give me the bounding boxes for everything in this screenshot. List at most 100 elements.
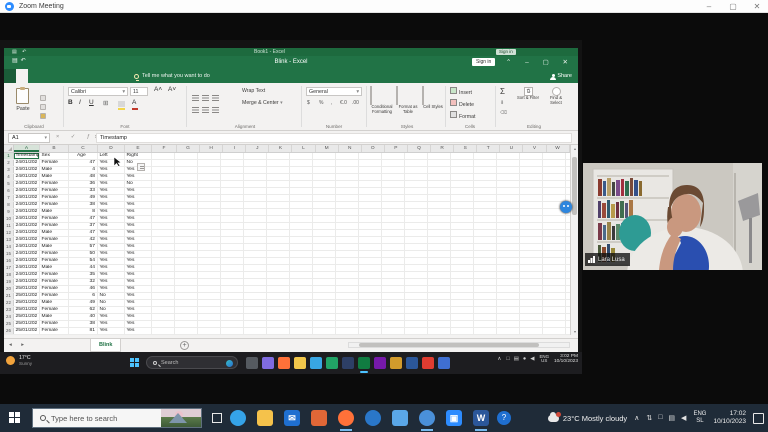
bold-button[interactable]: B bbox=[68, 99, 73, 106]
empty-cells[interactable] bbox=[152, 209, 570, 215]
tray-icon[interactable]: ◀ bbox=[681, 414, 686, 422]
row-number[interactable]: 26 bbox=[4, 328, 14, 334]
cell-styles-button[interactable]: Cell Styles bbox=[422, 87, 444, 110]
table-row[interactable]: 17 24/01/202 Male 44 Yes Yes bbox=[4, 265, 570, 272]
taskbar-icon-edge[interactable] bbox=[230, 410, 246, 426]
vertical-scroll-thumb[interactable] bbox=[572, 157, 577, 215]
ribbon-tab[interactable] bbox=[100, 69, 112, 83]
scroll-up-arrow[interactable]: ▴ bbox=[571, 146, 579, 151]
cell-c[interactable]: 42 bbox=[69, 237, 98, 243]
horizontal-scrollbar[interactable] bbox=[348, 342, 570, 348]
empty-cells[interactable] bbox=[152, 300, 570, 306]
taskbar-icon-word[interactable] bbox=[406, 357, 418, 369]
increase-decimal-button[interactable]: €.0 bbox=[340, 100, 347, 106]
cell-e[interactable]: Yes bbox=[125, 328, 152, 334]
row-number[interactable]: 17 bbox=[4, 265, 14, 271]
column-header[interactable]: L bbox=[292, 145, 315, 152]
cell-d[interactable]: Yes bbox=[98, 181, 125, 187]
cell-d[interactable]: Yes bbox=[98, 251, 125, 257]
sign-in-button[interactable]: Sign in bbox=[472, 58, 495, 66]
row-number[interactable]: 11 bbox=[4, 223, 14, 229]
column-header[interactable]: R bbox=[431, 145, 454, 152]
column-header[interactable]: F bbox=[152, 145, 177, 152]
fill-button[interactable]: ⬇ bbox=[500, 100, 504, 106]
cell-b[interactable]: Female bbox=[40, 237, 69, 243]
tray-chevron-icon[interactable]: ∧ bbox=[497, 356, 501, 362]
cell-c[interactable]: 36 bbox=[69, 181, 98, 187]
cell-e[interactable]: Yes bbox=[125, 174, 152, 180]
column-header[interactable]: Q bbox=[408, 145, 431, 152]
add-sheet-button[interactable]: + bbox=[180, 341, 189, 350]
table-row[interactable]: 6 24/01/202 Female 33 Yes Yes bbox=[4, 188, 570, 195]
cell-c[interactable]: 50 bbox=[69, 251, 98, 257]
cell-d[interactable]: No bbox=[98, 293, 125, 299]
cell-a[interactable]: 24/01/202 bbox=[14, 181, 40, 187]
cell-d[interactable]: Yes bbox=[98, 188, 125, 194]
cell-b[interactable]: Female bbox=[40, 195, 69, 201]
row-number[interactable]: 7 bbox=[4, 195, 14, 201]
taskbar-icon-app-green[interactable] bbox=[326, 357, 338, 369]
excel-window-controls[interactable]: ⌃ – ▢ ✕ bbox=[506, 58, 574, 66]
taskbar-icon-app-blue[interactable] bbox=[419, 410, 435, 426]
cell-c[interactable]: 48 bbox=[69, 174, 98, 180]
cell-b[interactable]: Male bbox=[40, 265, 69, 271]
table-row[interactable]: 24 25/01/202 Male 40 Yes Yes bbox=[4, 314, 570, 321]
underline-button[interactable]: U bbox=[89, 99, 94, 106]
horizontal-scroll-thumb[interactable] bbox=[359, 343, 539, 347]
row-number[interactable]: 22 bbox=[4, 300, 14, 306]
taskbar-icon-app-blue[interactable] bbox=[438, 357, 450, 369]
cell-a[interactable]: 25/01/202 bbox=[14, 307, 40, 313]
column-header[interactable]: U bbox=[500, 145, 523, 152]
comma-style-button[interactable]: , bbox=[331, 100, 332, 106]
column-header[interactable]: S bbox=[454, 145, 477, 152]
column-header[interactable]: T bbox=[477, 145, 500, 152]
table-row[interactable]: 7 24/01/202 Female 49 Yes Yes bbox=[4, 195, 570, 202]
minimize-button[interactable]: – bbox=[698, 0, 720, 13]
cell-a[interactable]: 24/01/202 bbox=[14, 188, 40, 194]
ribbon-tab[interactable] bbox=[4, 69, 16, 83]
row-number[interactable]: 9 bbox=[4, 209, 14, 215]
empty-cells[interactable] bbox=[152, 272, 570, 278]
cell-d[interactable]: Yes bbox=[98, 195, 125, 201]
column-header[interactable]: G bbox=[177, 145, 200, 152]
column-header[interactable]: C bbox=[69, 145, 98, 152]
empty-cells[interactable] bbox=[152, 174, 570, 180]
weather-widget[interactable]: 23°C Mostly cloudy bbox=[548, 414, 627, 423]
taskbar-icon-firefox[interactable] bbox=[278, 357, 290, 369]
ribbon-tab[interactable] bbox=[76, 69, 88, 83]
table-row[interactable]: 14 24/01/202 Male 57 Yes Yes bbox=[4, 244, 570, 251]
cell-b[interactable]: Male bbox=[40, 314, 69, 320]
font-name-select[interactable]: Calibri ▾ bbox=[68, 87, 128, 96]
taskbar-icon-onenote[interactable] bbox=[374, 357, 386, 369]
cell-d[interactable]: Yes bbox=[98, 328, 125, 334]
excel-back-window[interactable]: ▤ ↶ Book1 - Excel Sign in bbox=[4, 48, 578, 56]
cell-b[interactable]: Female bbox=[40, 251, 69, 257]
table-row[interactable]: 26 25/01/202 Female 81 Yes Yes bbox=[4, 328, 570, 335]
empty-cells[interactable] bbox=[152, 188, 570, 194]
taskbar-icon-task-view[interactable] bbox=[246, 357, 258, 369]
number-format-select[interactable]: General ▾ bbox=[306, 87, 362, 96]
empty-cells[interactable] bbox=[152, 286, 570, 292]
cell-d[interactable]: Yes bbox=[98, 321, 125, 327]
language-indicator[interactable]: ENGUS bbox=[539, 355, 549, 365]
empty-cells[interactable] bbox=[152, 265, 570, 271]
row-number[interactable]: 2 bbox=[4, 160, 14, 166]
table-row[interactable]: 10 24/01/202 Female 47 Yes Yes bbox=[4, 216, 570, 223]
merge-center-button[interactable]: Merge & Center ▾ bbox=[242, 100, 283, 106]
cell-e[interactable]: Yes bbox=[125, 223, 152, 229]
cell-a[interactable]: 24/01/202 bbox=[14, 216, 40, 222]
table-row[interactable]: 5 24/01/202 Female 36 Yes No bbox=[4, 181, 570, 188]
tray-icon[interactable]: ⇅ bbox=[646, 414, 652, 422]
cell-e[interactable]: No bbox=[125, 181, 152, 187]
cell-b[interactable]: Female bbox=[40, 307, 69, 313]
sort-filter-button[interactable]: ⇅ Sort & Filter bbox=[516, 87, 540, 101]
empty-cells[interactable] bbox=[152, 258, 570, 264]
cell-c[interactable]: 40 bbox=[69, 314, 98, 320]
cell-e[interactable]: Yes bbox=[125, 244, 152, 250]
cell-c[interactable]: 47 bbox=[69, 230, 98, 236]
table-row[interactable]: 15 24/01/202 Female 50 Yes Yes bbox=[4, 251, 570, 258]
cell-d[interactable]: Yes bbox=[98, 272, 125, 278]
paste-button[interactable]: Paste bbox=[12, 106, 34, 112]
empty-cells[interactable] bbox=[152, 251, 570, 257]
grow-font-button[interactable]: A˄ bbox=[154, 86, 162, 93]
